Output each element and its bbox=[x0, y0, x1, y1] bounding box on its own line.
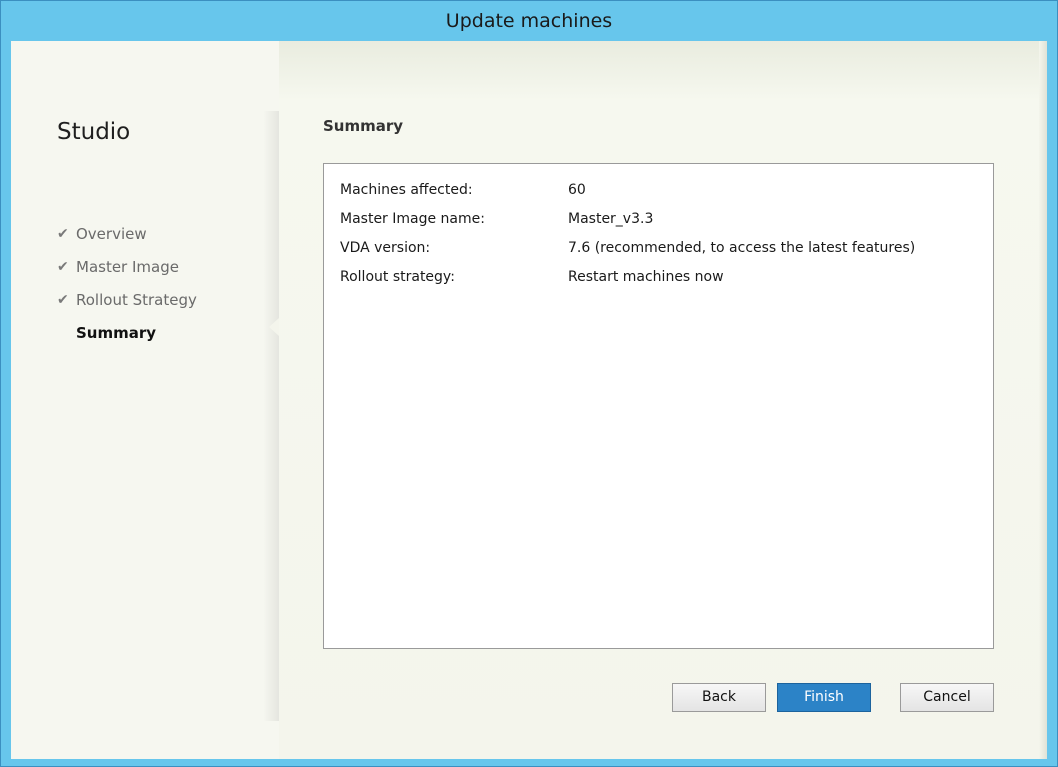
step-overview[interactable]: ✔ Overview bbox=[57, 217, 197, 250]
window-title: Update machines bbox=[445, 10, 613, 32]
section-title: Summary bbox=[323, 117, 404, 135]
current-step-pointer bbox=[269, 318, 279, 336]
step-summary[interactable]: Summary bbox=[57, 316, 197, 349]
step-master-image[interactable]: ✔ Master Image bbox=[57, 250, 197, 283]
back-button[interactable]: Back bbox=[672, 683, 766, 712]
wizard-steps: ✔ Overview ✔ Master Image ✔ Rollout Stra… bbox=[57, 217, 197, 349]
step-label: Overview bbox=[76, 224, 147, 243]
update-machines-window: Update machines Studio ✔ Overview ✔ Mast… bbox=[0, 0, 1058, 767]
summary-panel: Machines affected: 60 Master Image name:… bbox=[323, 163, 994, 649]
finish-button[interactable]: Finish bbox=[777, 683, 871, 712]
summary-value: 60 bbox=[568, 182, 586, 198]
app-title: Studio bbox=[57, 119, 131, 145]
cancel-button[interactable]: Cancel bbox=[900, 683, 994, 712]
checkmark-icon: ✔ bbox=[57, 258, 69, 275]
step-label: Master Image bbox=[76, 257, 179, 276]
summary-value: Restart machines now bbox=[568, 269, 724, 285]
sidebar-divider bbox=[263, 111, 279, 721]
window-right-edge bbox=[1039, 41, 1047, 759]
checkmark-icon: ✔ bbox=[57, 291, 69, 308]
summary-value: Master_v3.3 bbox=[568, 211, 654, 227]
checkmark-icon: ✔ bbox=[57, 225, 69, 242]
window-titlebar[interactable]: Update machines bbox=[1, 1, 1057, 41]
wizard-sidebar bbox=[11, 41, 279, 759]
summary-label: VDA version: bbox=[340, 240, 431, 256]
summary-value: 7.6 (recommended, to access the latest f… bbox=[568, 240, 916, 256]
step-label: Rollout Strategy bbox=[76, 290, 197, 309]
summary-label: Master Image name: bbox=[340, 211, 485, 227]
summary-label: Machines affected: bbox=[340, 182, 473, 198]
summary-label: Rollout strategy: bbox=[340, 269, 455, 285]
step-label: Summary bbox=[76, 323, 157, 342]
wizard-body: Studio ✔ Overview ✔ Master Image ✔ Rollo… bbox=[11, 41, 1047, 759]
step-rollout-strategy[interactable]: ✔ Rollout Strategy bbox=[57, 283, 197, 316]
